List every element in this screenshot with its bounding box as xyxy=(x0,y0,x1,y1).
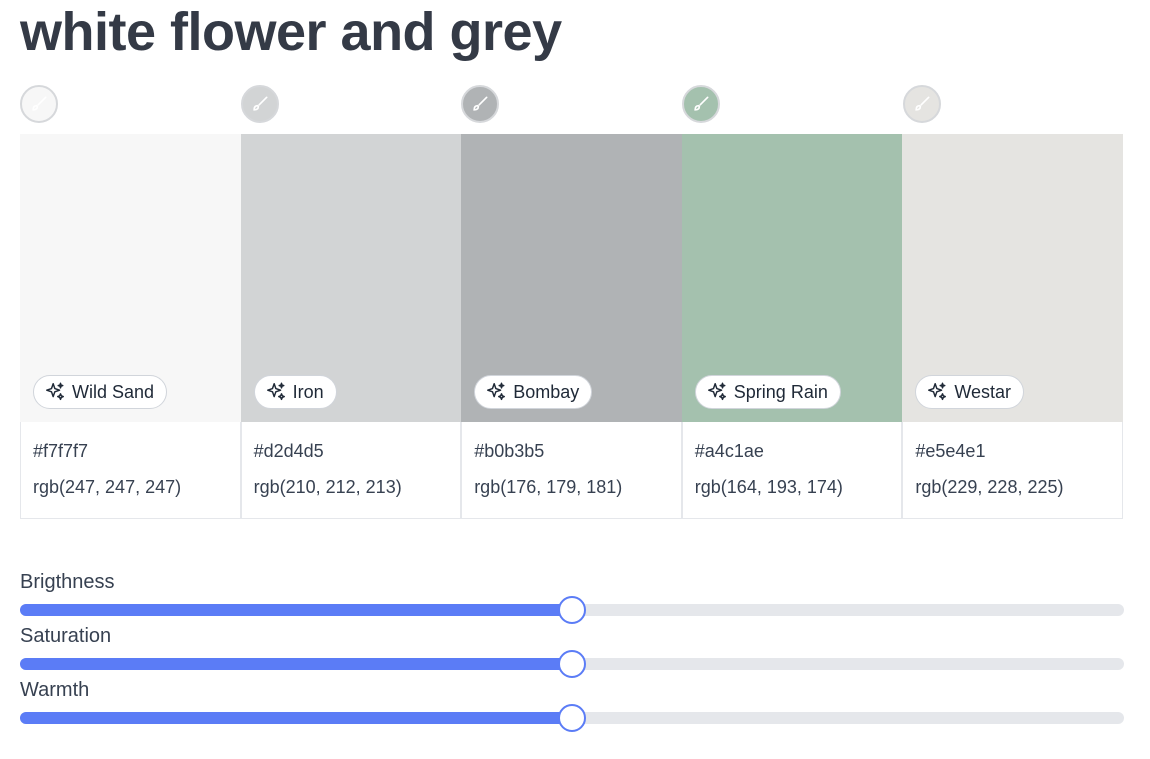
color-hex: #b0b3b5 xyxy=(474,441,545,461)
saturation-slider-track[interactable] xyxy=(20,650,1124,678)
paintbrush-icon xyxy=(32,96,47,111)
saturation-slider-group: Saturation xyxy=(20,624,1124,678)
brightness-slider-track[interactable] xyxy=(20,596,1124,624)
color-swatch[interactable]: Westar xyxy=(902,134,1123,422)
color-column: Spring Rain #a4c1ae rgb(164, 193, 174) xyxy=(681,134,903,519)
color-brush-button[interactable] xyxy=(461,85,499,123)
warmth-slider-group: Warmth xyxy=(20,678,1124,732)
brush-row xyxy=(20,85,1123,127)
brightness-slider-thumb[interactable] xyxy=(558,596,586,624)
color-name-button[interactable]: Westar xyxy=(915,375,1025,409)
color-name-button[interactable]: Bombay xyxy=(474,375,593,409)
color-name-button[interactable]: Wild Sand xyxy=(33,375,168,409)
color-name: Spring Rain xyxy=(733,381,828,402)
color-swatch[interactable]: Iron xyxy=(240,134,462,422)
warmth-slider-track[interactable] xyxy=(20,704,1124,732)
paintbrush-icon xyxy=(915,96,930,111)
color-info: #b0b3b5 rgb(176, 179, 181) xyxy=(461,422,682,519)
sparkles-icon xyxy=(266,382,285,401)
color-column: Wild Sand #f7f7f7 rgb(247, 247, 247) xyxy=(20,134,241,519)
saturation-slider-fill xyxy=(20,658,572,670)
color-swatch[interactable]: Spring Rain xyxy=(681,134,903,422)
color-name-button[interactable]: Spring Rain xyxy=(694,375,841,409)
color-name: Westar xyxy=(954,381,1012,402)
color-hex: #e5e4e1 xyxy=(915,441,986,461)
color-swatch[interactable]: Bombay xyxy=(461,134,682,422)
color-info: #a4c1ae rgb(164, 193, 174) xyxy=(681,422,903,519)
color-brush-button[interactable] xyxy=(682,85,720,123)
color-name: Iron xyxy=(292,381,324,402)
brightness-label: Brigthness xyxy=(20,571,115,593)
saturation-slider-thumb[interactable] xyxy=(558,650,586,678)
color-name: Bombay xyxy=(513,381,580,402)
color-rgb: rgb(164, 193, 174) xyxy=(694,477,843,497)
color-info: #d2d4d5 rgb(210, 212, 213) xyxy=(240,422,462,519)
color-info: #e5e4e1 rgb(229, 228, 225) xyxy=(902,422,1123,519)
warmth-slider-fill xyxy=(20,712,572,724)
color-name-button[interactable]: Iron xyxy=(253,375,337,409)
color-brush-button[interactable] xyxy=(903,85,941,123)
color-swatch[interactable]: Wild Sand xyxy=(20,134,241,422)
brightness-slider-group: Brigthness xyxy=(20,570,1124,624)
warmth-label: Warmth xyxy=(20,679,90,701)
brightness-slider-fill xyxy=(20,604,572,616)
color-brush-button[interactable] xyxy=(241,85,279,123)
color-column: Westar #e5e4e1 rgb(229, 228, 225) xyxy=(902,134,1123,519)
color-brush-button[interactable] xyxy=(20,85,58,123)
color-info: #f7f7f7 rgb(247, 247, 247) xyxy=(20,422,241,519)
color-rgb: rgb(210, 212, 213) xyxy=(253,477,402,497)
color-column: Iron #d2d4d5 rgb(210, 212, 213) xyxy=(240,134,462,519)
paintbrush-icon xyxy=(253,96,268,111)
color-rgb: rgb(247, 247, 247) xyxy=(33,477,182,497)
paintbrush-icon xyxy=(473,96,488,111)
sparkles-icon xyxy=(487,382,506,401)
color-hex: #d2d4d5 xyxy=(253,441,324,461)
paintbrush-icon xyxy=(694,96,709,111)
sparkles-icon xyxy=(707,382,726,401)
warmth-slider-thumb[interactable] xyxy=(558,704,586,732)
sparkles-icon xyxy=(928,382,947,401)
color-palette: Wild Sand #f7f7f7 rgb(247, 247, 247) Iro… xyxy=(20,134,1123,519)
color-hex: #a4c1ae xyxy=(694,441,764,461)
color-column: Bombay #b0b3b5 rgb(176, 179, 181) xyxy=(461,134,682,519)
color-rgb: rgb(229, 228, 225) xyxy=(915,477,1064,497)
sparkles-icon xyxy=(46,382,64,401)
saturation-label: Saturation xyxy=(20,625,112,647)
color-hex: #f7f7f7 xyxy=(33,441,89,461)
color-rgb: rgb(176, 179, 181) xyxy=(474,477,623,497)
color-name: Wild Sand xyxy=(72,381,155,402)
page-title: white flower and grey xyxy=(20,2,562,62)
